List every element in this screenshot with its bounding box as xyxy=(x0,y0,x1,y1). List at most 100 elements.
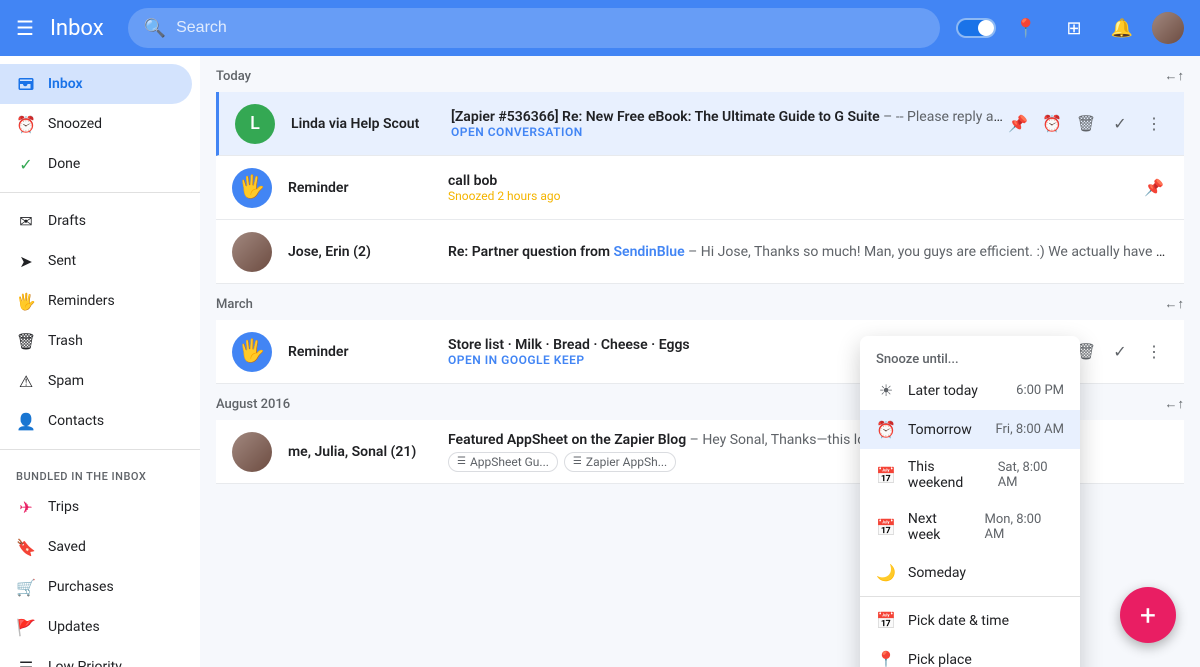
sender-linda: Linda via Help Scout xyxy=(291,116,451,132)
email-row-jose[interactable]: Jose, Erin (2) Re: Partner question from… xyxy=(216,220,1184,284)
sidebar-item-reminders[interactable]: 🖐 Reminders xyxy=(0,281,192,321)
snooze-dropdown: Snooze until... ☀ Later today 6:00 PM ⏰ … xyxy=(860,336,1080,667)
avatar-linda: L xyxy=(235,104,275,144)
snooze-later-today[interactable]: ☀ Later today 6:00 PM xyxy=(860,371,1080,410)
sidebar-item-spam[interactable]: ⚠ Spam xyxy=(0,361,192,401)
snoozed-label-bob: Snoozed 2 hours ago xyxy=(448,189,1140,203)
notification-icon[interactable]: 🔔 xyxy=(1104,10,1140,46)
trash-icon: 🗑 xyxy=(16,332,36,351)
sidebar-item-low-priority-label: Low Priority xyxy=(48,659,122,667)
check-store-action[interactable]: ✓ xyxy=(1106,338,1134,366)
grid-icon[interactable]: ⊞ xyxy=(1056,10,1092,46)
contacts-icon: 👤 xyxy=(16,412,36,431)
trash-action[interactable]: 🗑 xyxy=(1072,110,1100,138)
group-header-today: Today ←↑ xyxy=(216,56,1184,92)
sidebar-item-updates-label: Updates xyxy=(48,619,100,635)
sidebar-item-inbox-label: Inbox xyxy=(48,76,83,92)
more-store-action[interactable]: ⋮ xyxy=(1140,338,1168,366)
sidebar-item-low-priority[interactable]: ☰ Low Priority xyxy=(0,647,192,667)
done-icon: ✓ xyxy=(16,155,36,174)
group-actions-today[interactable]: ←↑ xyxy=(1165,68,1185,84)
snooze-tomorrow[interactable]: ⏰ Tomorrow Fri, 8:00 AM xyxy=(860,410,1080,449)
sidebar-item-done[interactable]: ✓ Done xyxy=(0,144,192,184)
next-week-label: Next week xyxy=(908,511,973,543)
location-icon[interactable]: 📍 xyxy=(1008,10,1044,46)
sidebar-item-saved[interactable]: 🔖 Saved xyxy=(0,527,192,567)
pin-action[interactable]: 📌 xyxy=(1004,110,1032,138)
check-action[interactable]: ✓ xyxy=(1106,110,1134,138)
group-actions-august[interactable]: ←↑ xyxy=(1165,396,1185,412)
sidebar-item-drafts[interactable]: ✉ Drafts xyxy=(0,201,192,241)
this-weekend-icon: 📅 xyxy=(876,466,896,485)
avatar-store: 🖐 xyxy=(232,332,272,372)
group-label-august: August 2016 xyxy=(216,397,290,412)
avatar-appsheet xyxy=(232,432,272,472)
sidebar-item-trips[interactable]: ✈ Trips xyxy=(0,487,192,527)
email-row-linda[interactable]: L Linda via Help Scout [Zapier #536366] … xyxy=(216,92,1184,156)
subject-jose: Re: Partner question from SendinBlue – H… xyxy=(448,244,1168,260)
sidebar-item-snoozed[interactable]: ⏰ Snoozed xyxy=(0,104,192,144)
search-input[interactable] xyxy=(176,19,924,37)
content-reminder-bob: call bob Snoozed 2 hours ago xyxy=(448,173,1140,203)
group-header-march: March ←↑ xyxy=(216,284,1184,320)
snooze-pick-date[interactable]: 📅 Pick date & time xyxy=(860,601,1080,640)
header: ☰ Inbox 🔍 📍 ⊞ 🔔 xyxy=(0,0,1200,56)
tomorrow-time: Fri, 8:00 AM xyxy=(996,422,1065,437)
sender-jose: Jose, Erin (2) xyxy=(288,244,448,260)
menu-icon[interactable]: ☰ xyxy=(16,16,34,40)
sender-appsheet: me, Julia, Sonal (21) xyxy=(288,444,448,460)
tag-appsheet[interactable]: ☰ AppSheet Gu... xyxy=(448,452,558,472)
sidebar-item-contacts[interactable]: 👤 Contacts xyxy=(0,401,192,441)
sender-store: Reminder xyxy=(288,344,448,360)
sidebar-item-purchases[interactable]: 🛒 Purchases xyxy=(0,567,192,607)
next-week-icon: 📅 xyxy=(876,518,896,537)
sidebar-item-inbox[interactable]: Inbox xyxy=(0,64,192,104)
content-linda: [Zapier #536366] Re: New Free eBook: The… xyxy=(451,109,1004,139)
snooze-this-weekend[interactable]: 📅 This weekend Sat, 8:00 AM xyxy=(860,449,1080,501)
sidebar-item-spam-label: Spam xyxy=(48,373,84,389)
sidebar-item-updates[interactable]: 🚩 Updates xyxy=(0,607,192,647)
group-label-march: March xyxy=(216,297,253,312)
compose-icon: + xyxy=(1140,599,1156,632)
snooze-pick-place[interactable]: 📍 Pick place xyxy=(860,640,1080,667)
group-label-today: Today xyxy=(216,69,251,84)
snooze-someday[interactable]: 🌙 Someday xyxy=(860,553,1080,592)
later-today-icon: ☀ xyxy=(876,381,896,400)
sidebar-item-trash[interactable]: 🗑 Trash xyxy=(0,321,192,361)
sidebar-divider-1 xyxy=(0,192,200,193)
email-row-reminder-bob[interactable]: 🖐 Reminder call bob Snoozed 2 hours ago … xyxy=(216,156,1184,220)
group-actions-march[interactable]: ←↑ xyxy=(1165,296,1185,312)
this-weekend-label: This weekend xyxy=(908,459,986,491)
content-jose: Re: Partner question from SendinBlue – H… xyxy=(448,244,1168,260)
tag-zapier[interactable]: ☰ Zapier AppSh... xyxy=(564,452,676,472)
sidebar-item-done-label: Done xyxy=(48,156,80,172)
sent-icon: ➤ xyxy=(16,252,36,271)
header-actions: 📍 ⊞ 🔔 xyxy=(956,10,1184,46)
pin-blue-action[interactable]: 📌 xyxy=(1140,174,1168,202)
someday-icon: 🌙 xyxy=(876,563,896,582)
select-all-icon[interactable]: ←↑ xyxy=(1165,68,1185,84)
email-group-today: Today ←↑ L Linda via Help Scout [Zapier … xyxy=(200,56,1200,284)
later-today-time: 6:00 PM xyxy=(1016,383,1064,398)
more-action[interactable]: ⋮ xyxy=(1140,110,1168,138)
toggle-switch[interactable] xyxy=(956,18,996,38)
avatar[interactable] xyxy=(1152,12,1184,44)
someday-label: Someday xyxy=(908,565,966,581)
drafts-icon: ✉ xyxy=(16,212,36,231)
snoozed-icon: ⏰ xyxy=(16,115,36,134)
sidebar: Inbox ⏰ Snoozed ✓ Done ✉ Drafts ➤ Sent 🖐… xyxy=(0,56,200,667)
select-all-august-icon[interactable]: ←↑ xyxy=(1165,396,1185,412)
sidebar-item-drafts-label: Drafts xyxy=(48,213,86,229)
compose-fab[interactable]: + xyxy=(1120,587,1176,643)
avatar-jose xyxy=(232,232,272,272)
open-link-linda[interactable]: OPEN CONVERSATION xyxy=(451,125,1004,139)
select-all-march-icon[interactable]: ←↑ xyxy=(1165,296,1185,312)
reminders-icon: 🖐 xyxy=(16,292,36,311)
snooze-divider xyxy=(860,596,1080,597)
updates-icon: 🚩 xyxy=(16,618,36,637)
search-bar[interactable]: 🔍 xyxy=(128,8,940,48)
snooze-next-week[interactable]: 📅 Next week Mon, 8:00 AM xyxy=(860,501,1080,553)
clock-action[interactable]: ⏰ xyxy=(1038,110,1066,138)
sidebar-item-contacts-label: Contacts xyxy=(48,413,104,429)
sidebar-item-sent[interactable]: ➤ Sent xyxy=(0,241,192,281)
